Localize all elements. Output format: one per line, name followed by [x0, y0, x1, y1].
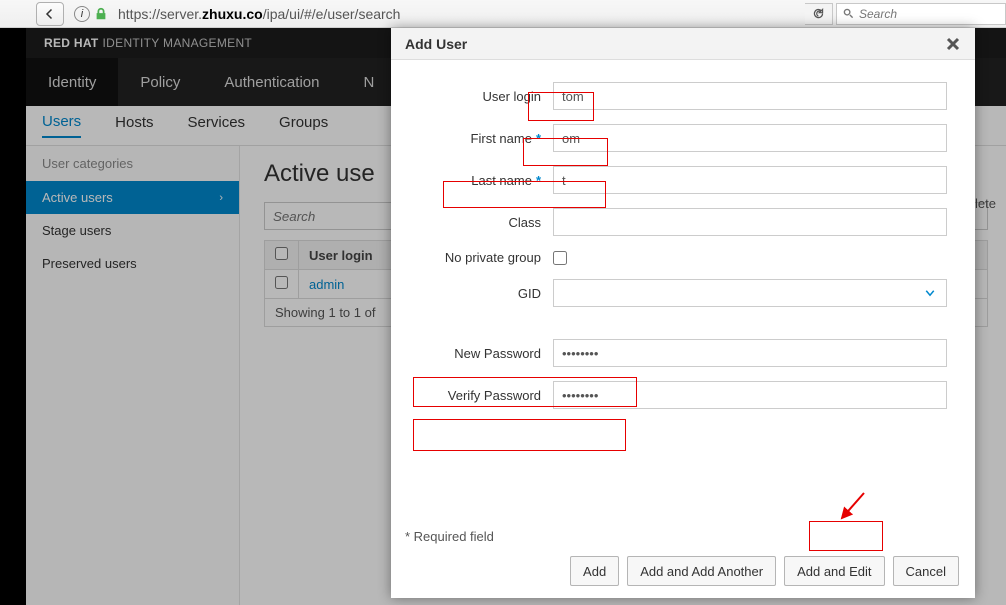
dialog-header: Add User — [391, 28, 975, 60]
label-last-name: Last name* — [405, 173, 553, 188]
select-gid[interactable] — [553, 279, 947, 307]
browser-search[interactable]: Search — [836, 3, 1006, 25]
label-no-private-group: No private group — [405, 250, 553, 265]
info-icon: i — [74, 6, 90, 22]
dialog-title: Add User — [405, 36, 467, 52]
input-user-login[interactable] — [553, 82, 947, 110]
add-user-dialog: Add User User login First name* Last nam… — [391, 28, 975, 598]
cancel-button[interactable]: Cancel — [893, 556, 959, 586]
search-placeholder: Search — [859, 7, 897, 21]
arrow-left-icon — [44, 8, 56, 20]
add-and-edit-button[interactable]: Add and Edit — [784, 556, 884, 586]
label-verify-password: Verify Password — [405, 388, 553, 403]
input-verify-password[interactable] — [553, 381, 947, 409]
lock-icon — [94, 7, 108, 21]
input-last-name[interactable] — [553, 166, 947, 194]
add-button[interactable]: Add — [570, 556, 619, 586]
label-class: Class — [405, 215, 553, 230]
back-button[interactable] — [36, 2, 64, 26]
add-and-add-another-button[interactable]: Add and Add Another — [627, 556, 776, 586]
checkbox-no-private-group[interactable] — [553, 251, 567, 265]
label-new-password: New Password — [405, 346, 553, 361]
chevron-down-icon — [924, 287, 936, 299]
left-gutter — [0, 28, 26, 605]
url-text: https://server.zhuxu.co/ipa/ui/#/e/user/… — [118, 6, 400, 22]
browser-chrome: i https://server.zhuxu.co/ipa/ui/#/e/use… — [0, 0, 1006, 28]
input-new-password[interactable] — [553, 339, 947, 367]
search-icon — [843, 8, 854, 19]
label-first-name: First name* — [405, 131, 553, 146]
label-gid: GID — [405, 286, 553, 301]
dialog-footer: Add Add and Add Another Add and Edit Can… — [391, 544, 975, 598]
close-button[interactable] — [945, 36, 961, 52]
required-field-note: * Required field — [391, 523, 975, 544]
label-user-login: User login — [405, 89, 553, 104]
dialog-body: User login First name* Last name* Class … — [391, 60, 975, 523]
input-class[interactable] — [553, 208, 947, 236]
annotation-arrow-icon — [834, 490, 874, 530]
reload-button[interactable] — [805, 3, 833, 25]
url-bar[interactable]: i https://server.zhuxu.co/ipa/ui/#/e/use… — [74, 6, 400, 22]
input-first-name[interactable] — [553, 124, 947, 152]
close-icon — [945, 36, 961, 52]
